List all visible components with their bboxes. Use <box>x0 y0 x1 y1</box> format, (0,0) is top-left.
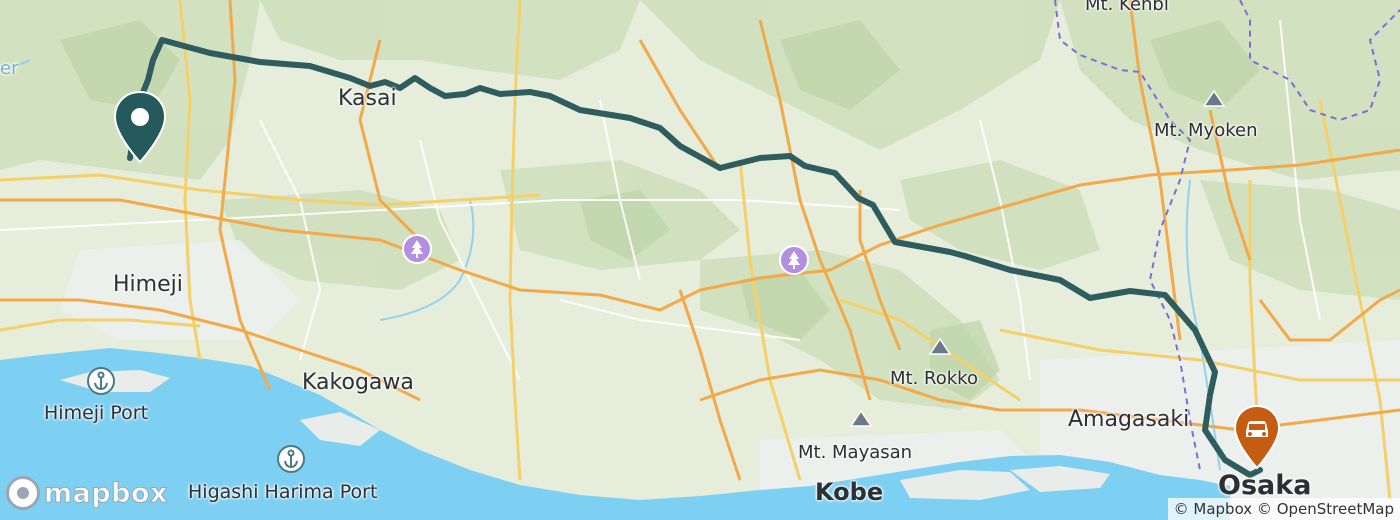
mapbox-logo-icon <box>6 476 40 510</box>
mountain-icon <box>928 337 952 355</box>
mapbox-logo[interactable]: mapbox <box>6 476 168 510</box>
label-himeji-port: Himeji Port <box>44 402 149 424</box>
label-kobe: Kobe <box>815 478 884 506</box>
label-himeji: Himeji <box>113 272 183 297</box>
map-canvas[interactable]: er Kasai Himeji Kakogawa Himeji Port Hig… <box>0 0 1400 520</box>
label-higashi-harima-port: Higashi Harima Port <box>188 481 378 503</box>
label-kakogawa: Kakogawa <box>302 370 414 395</box>
label-amagasaki: Amagasaki <box>1068 407 1190 432</box>
label-mt-mayasan: Mt. Mayasan <box>798 442 913 463</box>
label-mt-kenbi: Mt. Kenbi <box>1085 0 1169 15</box>
label-osaka: Osaka <box>1218 470 1312 501</box>
anchor-icon[interactable] <box>276 444 306 474</box>
label-mt-rokko: Mt. Rokko <box>890 368 978 389</box>
map-base-layer <box>0 0 1400 520</box>
label-kasai: Kasai <box>338 86 397 111</box>
mapbox-logo-text: mapbox <box>44 477 168 509</box>
label-mt-myoken: Mt. Myoken <box>1154 120 1258 141</box>
attribution[interactable]: © Mapbox © OpenStreetMap <box>1167 498 1400 520</box>
anchor-icon[interactable] <box>86 366 116 396</box>
park-icon[interactable] <box>779 245 809 275</box>
location-pin-icon[interactable] <box>112 90 168 166</box>
car-pin-icon[interactable] <box>1232 404 1282 472</box>
mountain-icon <box>849 409 873 427</box>
edge-label: er <box>0 58 19 79</box>
park-icon[interactable] <box>402 234 432 264</box>
mountain-icon <box>1202 89 1226 107</box>
